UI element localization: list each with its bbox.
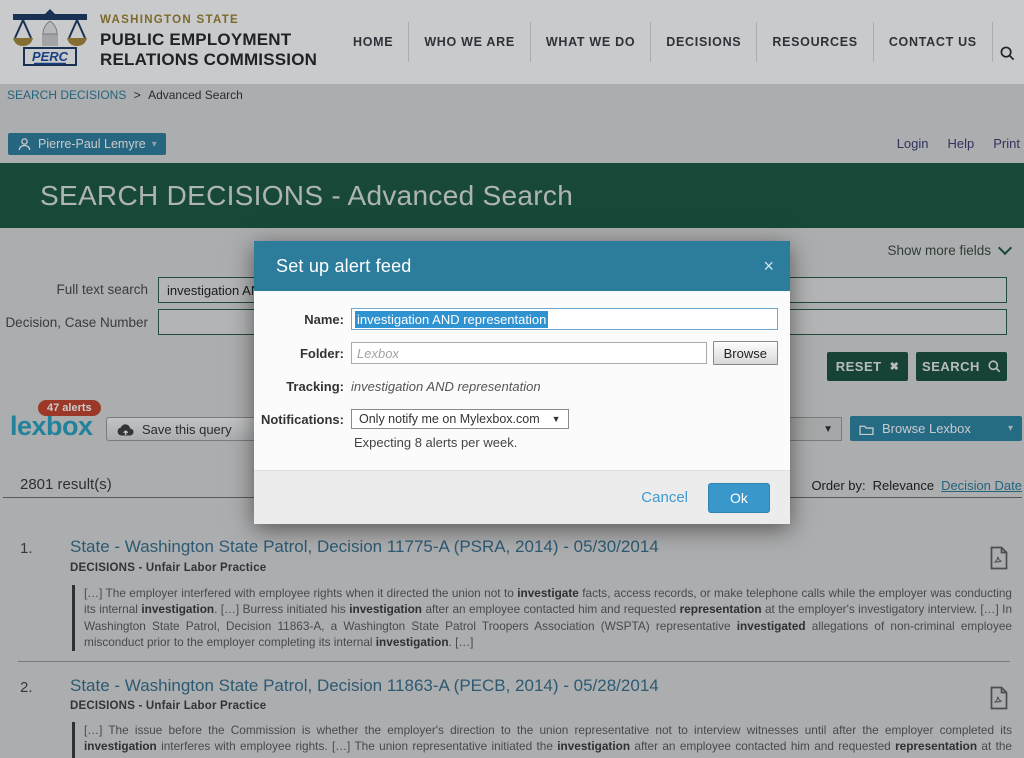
modal-title: Set up alert feed <box>276 256 412 277</box>
close-icon[interactable]: × <box>763 257 774 275</box>
modal-body: Name: investigation AND representation F… <box>254 291 790 470</box>
notifications-select[interactable]: Only notify me on Mylexbox.com ▼ <box>351 409 569 429</box>
tracking-label: Tracking: <box>254 379 344 394</box>
modal-header: Set up alert feed × <box>254 241 790 291</box>
alert-name-input[interactable]: investigation AND representation <box>351 308 778 330</box>
cancel-button[interactable]: Cancel <box>641 489 688 506</box>
alert-feed-modal: Set up alert feed × Name: investigation … <box>254 241 790 524</box>
name-label: Name: <box>254 312 344 327</box>
folder-input[interactable] <box>351 342 707 364</box>
notifications-selected-option: Only notify me on Mylexbox.com <box>359 412 540 426</box>
modal-footer: Cancel Ok <box>254 470 790 524</box>
folder-label: Folder: <box>254 346 344 361</box>
expecting-text: Expecting 8 alerts per week. <box>254 435 778 450</box>
ok-button[interactable]: Ok <box>708 483 770 513</box>
page: PERC WASHINGTON STATE PUBLIC EMPLOYMENT … <box>0 0 1024 758</box>
select-arrow-icon: ▼ <box>552 414 561 424</box>
notifications-label: Notifications: <box>254 412 344 427</box>
selected-input-text: investigation AND representation <box>355 311 548 328</box>
tracking-value: investigation AND representation <box>351 379 541 394</box>
browse-button[interactable]: Browse <box>713 341 778 365</box>
